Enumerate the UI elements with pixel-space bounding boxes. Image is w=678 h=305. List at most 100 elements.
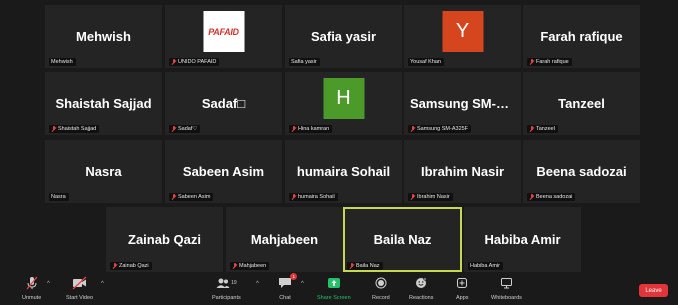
participants-label: Participants [212,295,241,301]
mic-off-icon [529,59,534,65]
participant-tile[interactable]: Mahjabeen Mahjabeen [226,207,343,272]
participant-tile[interactable]: Safia yasir Safia yasir [285,5,402,68]
reactions-icon [415,275,427,291]
participant-tile[interactable]: Ibrahim Nasir Ibrahim Nasir [404,140,521,203]
mic-off-icon [171,126,176,132]
mic-off-icon [25,275,39,291]
participant-label: Nasra [49,193,69,201]
record-label: Record [372,295,390,301]
chat-icon: 1 [278,273,297,291]
video-off-icon [72,275,88,291]
participant-name: Ibrahim Nasir [420,163,505,179]
participant-name: Beena sadozai [536,163,627,179]
whiteboards-button[interactable]: Whiteboards [491,275,522,301]
start-video-label: Start Video [66,295,94,301]
participant-label: Mehwish [49,58,76,66]
participant-label: Baila Naz [347,262,383,270]
active-speaker-tile[interactable]: Baila Naz Baila Naz [343,207,462,272]
chevron-up-icon[interactable]: ^ [101,281,104,287]
participant-tile[interactable]: humaira Sohail humaira Sohail [285,140,402,203]
participant-tile[interactable]: PAFAID UNIDO PAFAID [165,5,282,68]
mic-off-icon [410,194,415,200]
participant-label: UNIDO PAFAID [169,58,220,66]
start-video-button[interactable]: Start Video [66,275,93,301]
meeting-toolbar: Unmute ^ Start Video ^ 19 Participants ^ [0,272,678,305]
reactions-button[interactable]: Reactions [409,275,433,301]
participant-label: Habiba Amir [468,262,503,270]
participant-name: Baila Naz [373,231,432,247]
mic-off-icon [529,126,534,132]
participant-label: Zainab Qazi [110,262,152,270]
mic-off-icon [410,126,415,132]
participant-label: Yousaf Khan [408,58,444,66]
participant-tile[interactable]: Zainab Qazi Zainab Qazi [106,207,223,272]
participant-label: Farah rafique [527,58,572,66]
participant-label: Mahjabeen [230,262,270,270]
share-screen-label: Share Screen [317,295,351,301]
participant-name: Zainab Qazi [128,231,201,247]
share-screen-icon [327,275,341,291]
participant-label: Shaistah Sajjad [49,125,100,133]
participants-count: 19 [231,280,237,286]
chat-button[interactable]: 1 Chat [278,273,297,301]
participant-tile[interactable]: Nasra Nasra [45,140,162,203]
participant-tile[interactable]: Shaistah Sajjad Shaistah Sajjad [45,72,162,135]
participant-name: Sabeen Asim [182,163,265,179]
participant-tile[interactable]: Samsung SM-A... Samsung SM-A325F [404,72,521,135]
mic-off-icon [232,263,237,269]
participant-label: Tanzeel [527,125,558,133]
share-screen-button[interactable]: Share Screen [317,275,351,301]
unmute-button[interactable]: Unmute [22,275,41,301]
apps-icon [456,275,468,291]
participant-name: Farah rafique [540,28,623,44]
participant-tile[interactable]: H Hina kamran [285,72,402,135]
participants-icon: 19 [216,275,237,291]
participant-tile[interactable]: Beena sadozai Beena sadozai [523,140,640,203]
mic-off-icon [112,263,117,269]
record-button[interactable]: Record [372,275,390,301]
chevron-up-icon[interactable]: ^ [301,281,304,287]
participant-label: Samsung SM-A325F [408,125,472,133]
participants-button[interactable]: 19 Participants [212,275,241,301]
participant-name: Nasra [85,163,122,179]
mic-off-icon [51,126,56,132]
participant-label: Hina kamran [289,125,333,133]
mic-off-icon [291,126,296,132]
participant-tile[interactable]: Mehwish Mehwish [45,5,162,68]
unmute-label: Unmute [22,295,42,301]
participant-tile[interactable]: Y Yousaf Khan [404,5,521,68]
participant-name: Shaistah Sajjad [55,95,152,111]
participant-name: Sadaf□ [201,95,246,111]
participant-label: Ibrahim Nasir [408,193,453,201]
participant-label: Beena sadozai [527,193,576,201]
chevron-up-icon[interactable]: ^ [256,281,259,287]
mic-off-icon [171,194,176,200]
participant-tile[interactable]: Sadaf□ Sadaf♡ [165,72,282,135]
participant-name: Habiba Amir [484,231,561,247]
record-icon [375,275,387,291]
whiteboards-icon [500,275,513,291]
participant-name: humaira Sohail [296,163,391,179]
mic-off-icon [291,194,296,200]
participant-name: Safia yasir [310,28,377,44]
leave-button[interactable]: Leave [639,284,668,297]
chat-badge: 1 [290,273,297,280]
participant-label: Sabeen Asim [169,193,214,201]
video-grid: Mehwish Mehwish PAFAID UNIDO PAFAID Safi… [0,0,678,272]
mic-off-icon [171,59,176,65]
reactions-label: Reactions [409,295,434,301]
mic-off-icon [529,194,534,200]
apps-button[interactable]: Apps [456,275,469,301]
chevron-up-icon[interactable]: ^ [47,281,50,287]
participant-tile[interactable]: Habiba Amir Habiba Amir [464,207,581,272]
participant-tile[interactable]: Farah rafique Farah rafique [523,5,640,68]
participant-tile[interactable]: Sabeen Asim Sabeen Asim [165,140,282,203]
participant-name: Samsung SM-A... [410,95,517,111]
participant-label: humaira Sohail [289,193,338,201]
participant-name: Mehwish [76,28,131,44]
whiteboards-label: Whiteboards [491,295,522,301]
apps-label: Apps [456,295,469,301]
chat-label: Chat [279,295,291,301]
participant-tile[interactable]: Tanzeel Tanzeel [523,72,640,135]
participant-label: Safia yasir [289,58,320,66]
